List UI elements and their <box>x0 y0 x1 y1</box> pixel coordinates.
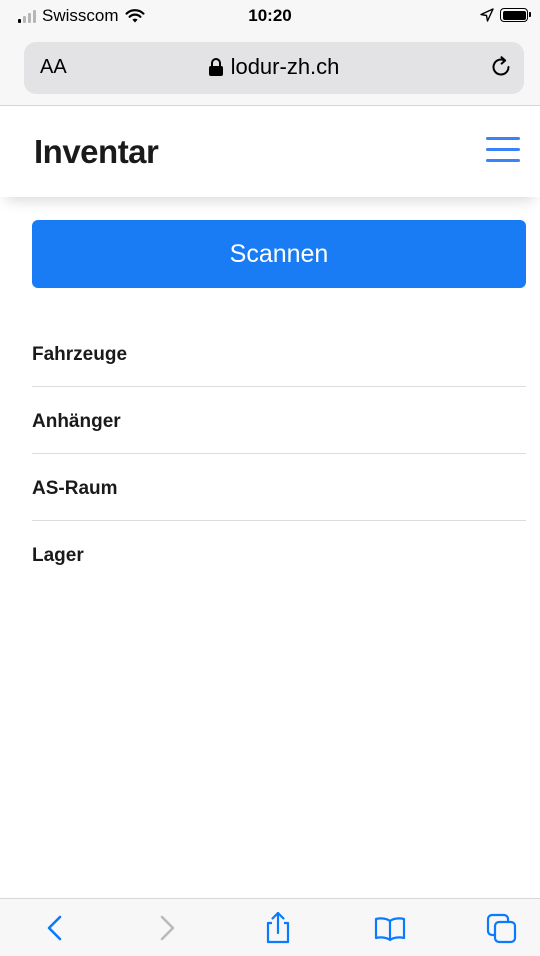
list-item-as-raum[interactable]: AS-Raum <box>32 454 526 521</box>
lock-icon <box>208 58 223 76</box>
back-button[interactable] <box>38 911 74 945</box>
app-header: Inventar <box>0 107 540 197</box>
forward-button[interactable] <box>148 911 184 945</box>
share-button[interactable] <box>260 911 296 945</box>
screen: Swisscom 10:20 AA lodur-zh.ch Inventar S… <box>0 0 540 956</box>
tabs-icon <box>486 913 517 944</box>
bottom-toolbar <box>0 898 540 956</box>
hamburger-icon[interactable] <box>486 137 520 163</box>
address-bar[interactable]: AA lodur-zh.ch <box>24 42 524 94</box>
chevron-left-icon <box>47 915 62 941</box>
share-icon <box>266 911 290 944</box>
battery-icon <box>500 8 531 22</box>
list-item-lager[interactable]: Lager <box>32 521 526 588</box>
status-right <box>480 8 531 22</box>
page-title: Inventar <box>34 133 159 170</box>
list-item-fahrzeuge[interactable]: Fahrzeuge <box>32 320 526 387</box>
tabs-button[interactable] <box>484 911 520 945</box>
book-icon <box>374 917 406 942</box>
location-arrow-icon <box>480 8 494 22</box>
url-display[interactable]: lodur-zh.ch <box>24 54 524 80</box>
chevron-right-icon <box>160 915 175 941</box>
reload-icon[interactable] <box>488 54 514 80</box>
url-text: lodur-zh.ch <box>230 54 340 79</box>
clock: 10:20 <box>248 6 292 25</box>
browser-top-bar: AA lodur-zh.ch <box>0 36 540 106</box>
list-item-anhaenger[interactable]: Anhänger <box>32 387 526 454</box>
bookmarks-button[interactable] <box>372 911 408 945</box>
category-list: Fahrzeuge Anhänger AS-Raum Lager <box>32 320 526 588</box>
scan-button[interactable]: Scannen <box>32 220 526 288</box>
status-bar: Swisscom 10:20 <box>0 0 540 36</box>
